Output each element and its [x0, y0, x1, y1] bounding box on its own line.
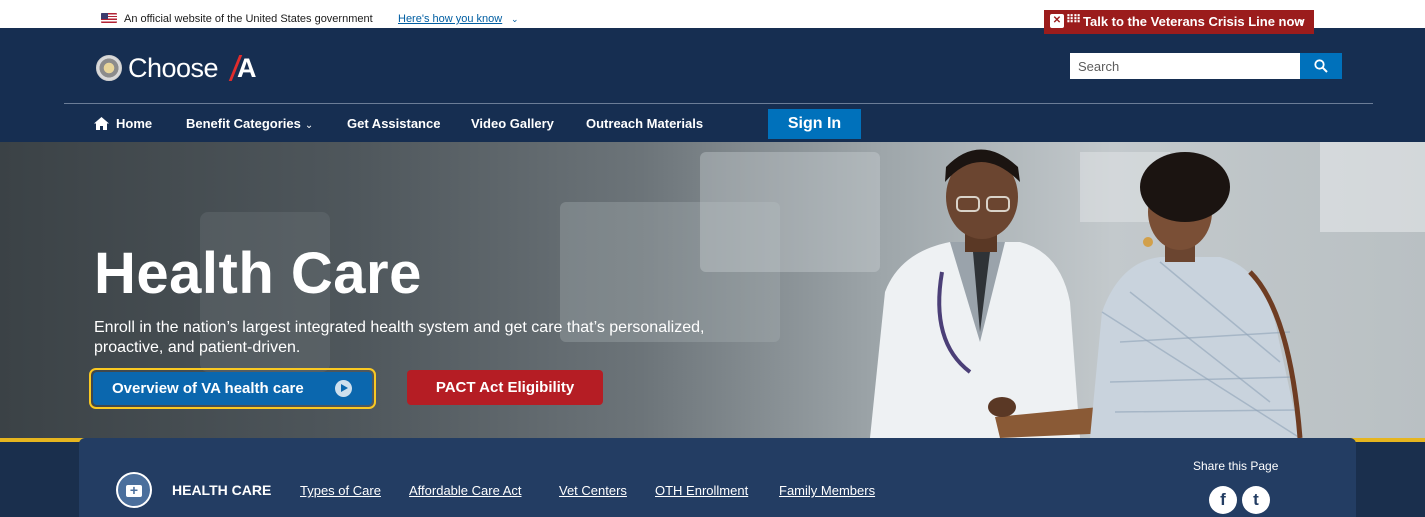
sign-in-button[interactable]: Sign In: [768, 109, 861, 139]
nav-item-outreach-materials[interactable]: Outreach Materials: [586, 116, 703, 132]
search-icon: [1314, 59, 1328, 73]
hero-banner: Health Care Enroll in the nation’s large…: [0, 142, 1425, 438]
share-page-label: Share this Page: [1193, 459, 1279, 473]
header-divider: [64, 103, 1373, 104]
search-button[interactable]: [1300, 53, 1342, 79]
twitter-icon: t: [1253, 490, 1259, 509]
search-input[interactable]: [1070, 53, 1300, 79]
section-label: HEALTH CARE: [172, 482, 272, 498]
us-flag-icon: [101, 13, 117, 23]
nav-item-label: Benefit Categories: [186, 116, 301, 131]
chevron-down-icon: ⌄: [304, 120, 314, 131]
twitter-share-button[interactable]: t: [1242, 486, 1270, 514]
logo-text: Choose: [128, 53, 219, 83]
pact-act-eligibility-button[interactable]: PACT Act Eligibility: [407, 370, 603, 405]
subnav-link-vet-centers[interactable]: Vet Centers: [559, 483, 627, 499]
nav-item-benefit-categories[interactable]: Benefit Categories ⌄: [186, 116, 313, 134]
veterans-crisis-line-button[interactable]: ✕ ⠿⠿ Talk to the Veterans Crisis Line no…: [1044, 10, 1314, 34]
doctor-and-patient-image: [870, 149, 1303, 438]
play-icon: [335, 380, 352, 397]
subnav-link-family-members[interactable]: Family Members: [779, 483, 875, 499]
site-header: Choose A Home Benefit Categories⌄ Get As…: [0, 28, 1425, 142]
subnav-link-oth-enrollment[interactable]: OTH Enrollment: [655, 483, 748, 499]
overview-button-label: Overview of VA health care: [112, 380, 304, 397]
va-seal-icon: [96, 55, 122, 81]
facebook-icon: f: [1220, 490, 1226, 509]
heres-how-you-know-link[interactable]: Here's how you know: [398, 13, 502, 25]
chevron-right-icon: ›: [1299, 13, 1304, 29]
subnav-link-affordable-care-act[interactable]: Affordable Care Act: [409, 483, 522, 499]
logo-accent: A: [237, 53, 257, 83]
overview-va-health-care-button[interactable]: Overview of VA health care: [89, 368, 376, 409]
chevron-down-icon[interactable]: ⌄: [511, 13, 519, 25]
phone-keypad-icon: ⠿⠿: [1066, 14, 1081, 26]
crisis-line-icon: ✕: [1050, 14, 1064, 28]
official-site-text: An official website of the United States…: [124, 13, 373, 25]
nav-item-home[interactable]: Home: [116, 116, 152, 132]
subnav-link-types-of-care[interactable]: Types of Care: [300, 483, 381, 499]
hero-description: Enroll in the nation’s largest integrate…: [94, 319, 705, 356]
nav-item-get-assistance[interactable]: Get Assistance: [347, 116, 440, 132]
facebook-share-button[interactable]: f: [1209, 486, 1237, 514]
medical-kit-icon: [116, 472, 152, 508]
section-subnav: HEALTH CARE Types of Care Affordable Car…: [79, 438, 1356, 517]
page-title: Health Care: [94, 241, 422, 306]
home-icon[interactable]: [94, 117, 109, 130]
crisis-line-label: Talk to the Veterans Crisis Line now: [1083, 14, 1305, 29]
nav-item-video-gallery[interactable]: Video Gallery: [471, 116, 554, 132]
